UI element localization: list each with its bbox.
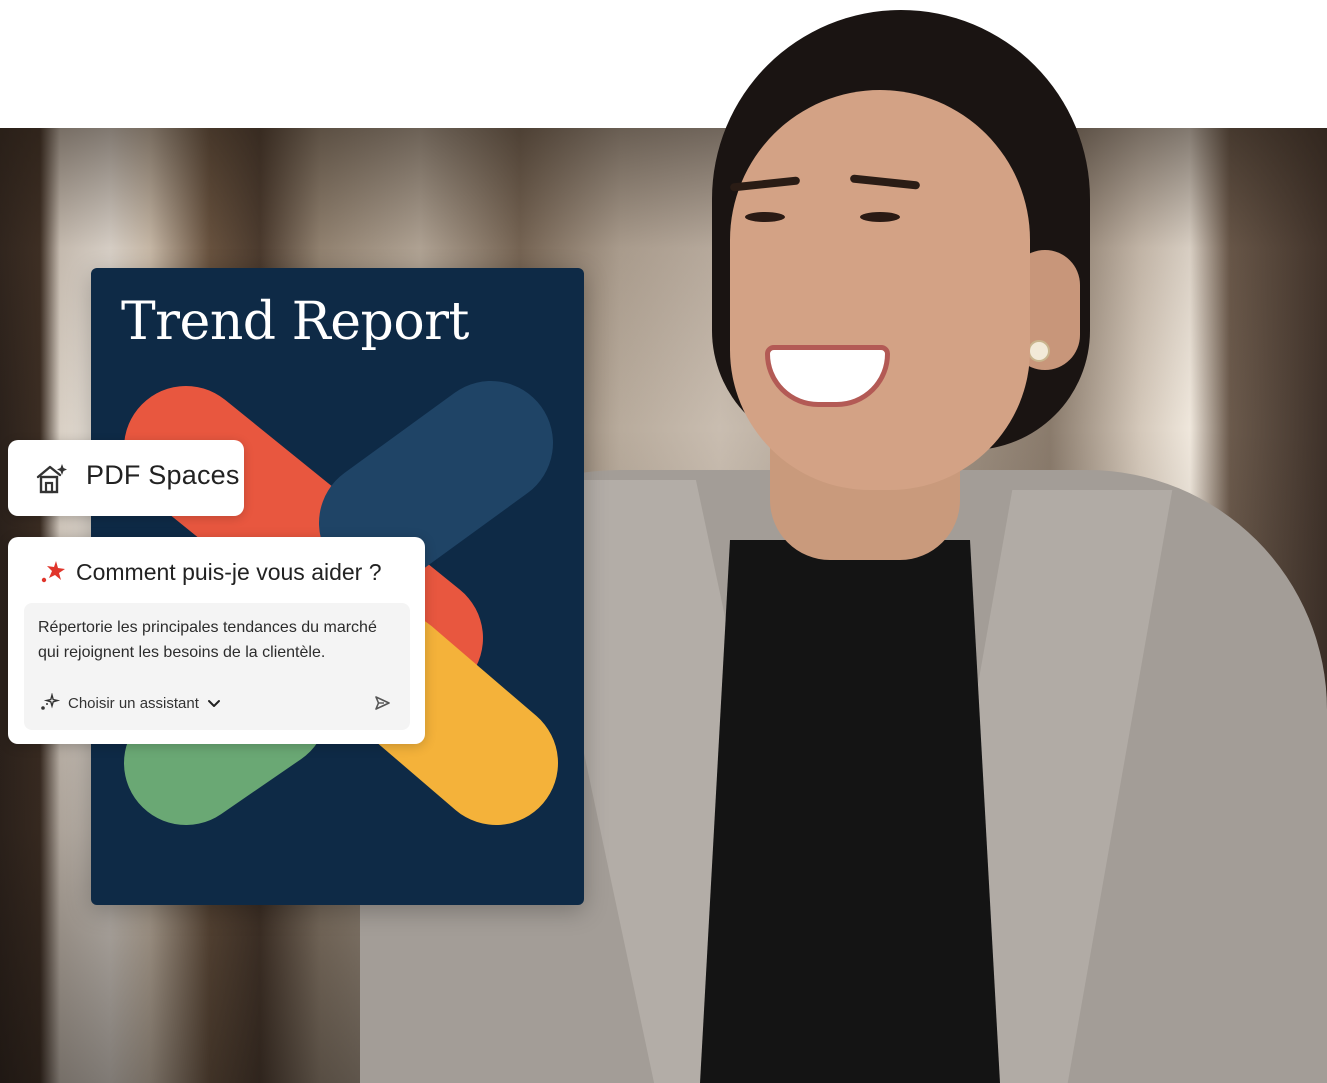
ai-assistant-card: Comment puis-je vous aider ? Répertorie … [8,537,425,744]
pdf-spaces-button[interactable]: PDF Spaces [8,440,244,516]
pdf-spaces-label: PDF Spaces [86,460,240,490]
person-eye-left [745,212,785,222]
person-eye-right [860,212,900,222]
cover-shape-blue [319,381,553,585]
report-title: Trend Report [121,292,469,352]
prompt-text: Répertorie les principales tendances du … [38,615,406,665]
send-icon[interactable] [370,692,394,714]
chevron-down-icon [207,696,221,710]
prompt-line-2: qui rejoignent les besoins de la clientè… [38,644,326,661]
sparkles-icon [38,692,61,713]
choose-assistant-label: Choisir un assistant [68,694,199,712]
house-sparkle-icon [32,459,70,497]
person-face [730,90,1030,490]
assistant-question: Comment puis-je vous aider ? [76,559,382,585]
person-shirt [700,540,1000,1083]
prompt-line-1: Répertorie les principales tendances du … [38,619,377,636]
prompt-input[interactable]: Répertorie les principales tendances du … [24,603,410,730]
person-earring [1028,340,1050,362]
ai-sparkle-icon [38,557,68,587]
choose-assistant-dropdown[interactable]: Choisir un assistant [38,692,221,713]
